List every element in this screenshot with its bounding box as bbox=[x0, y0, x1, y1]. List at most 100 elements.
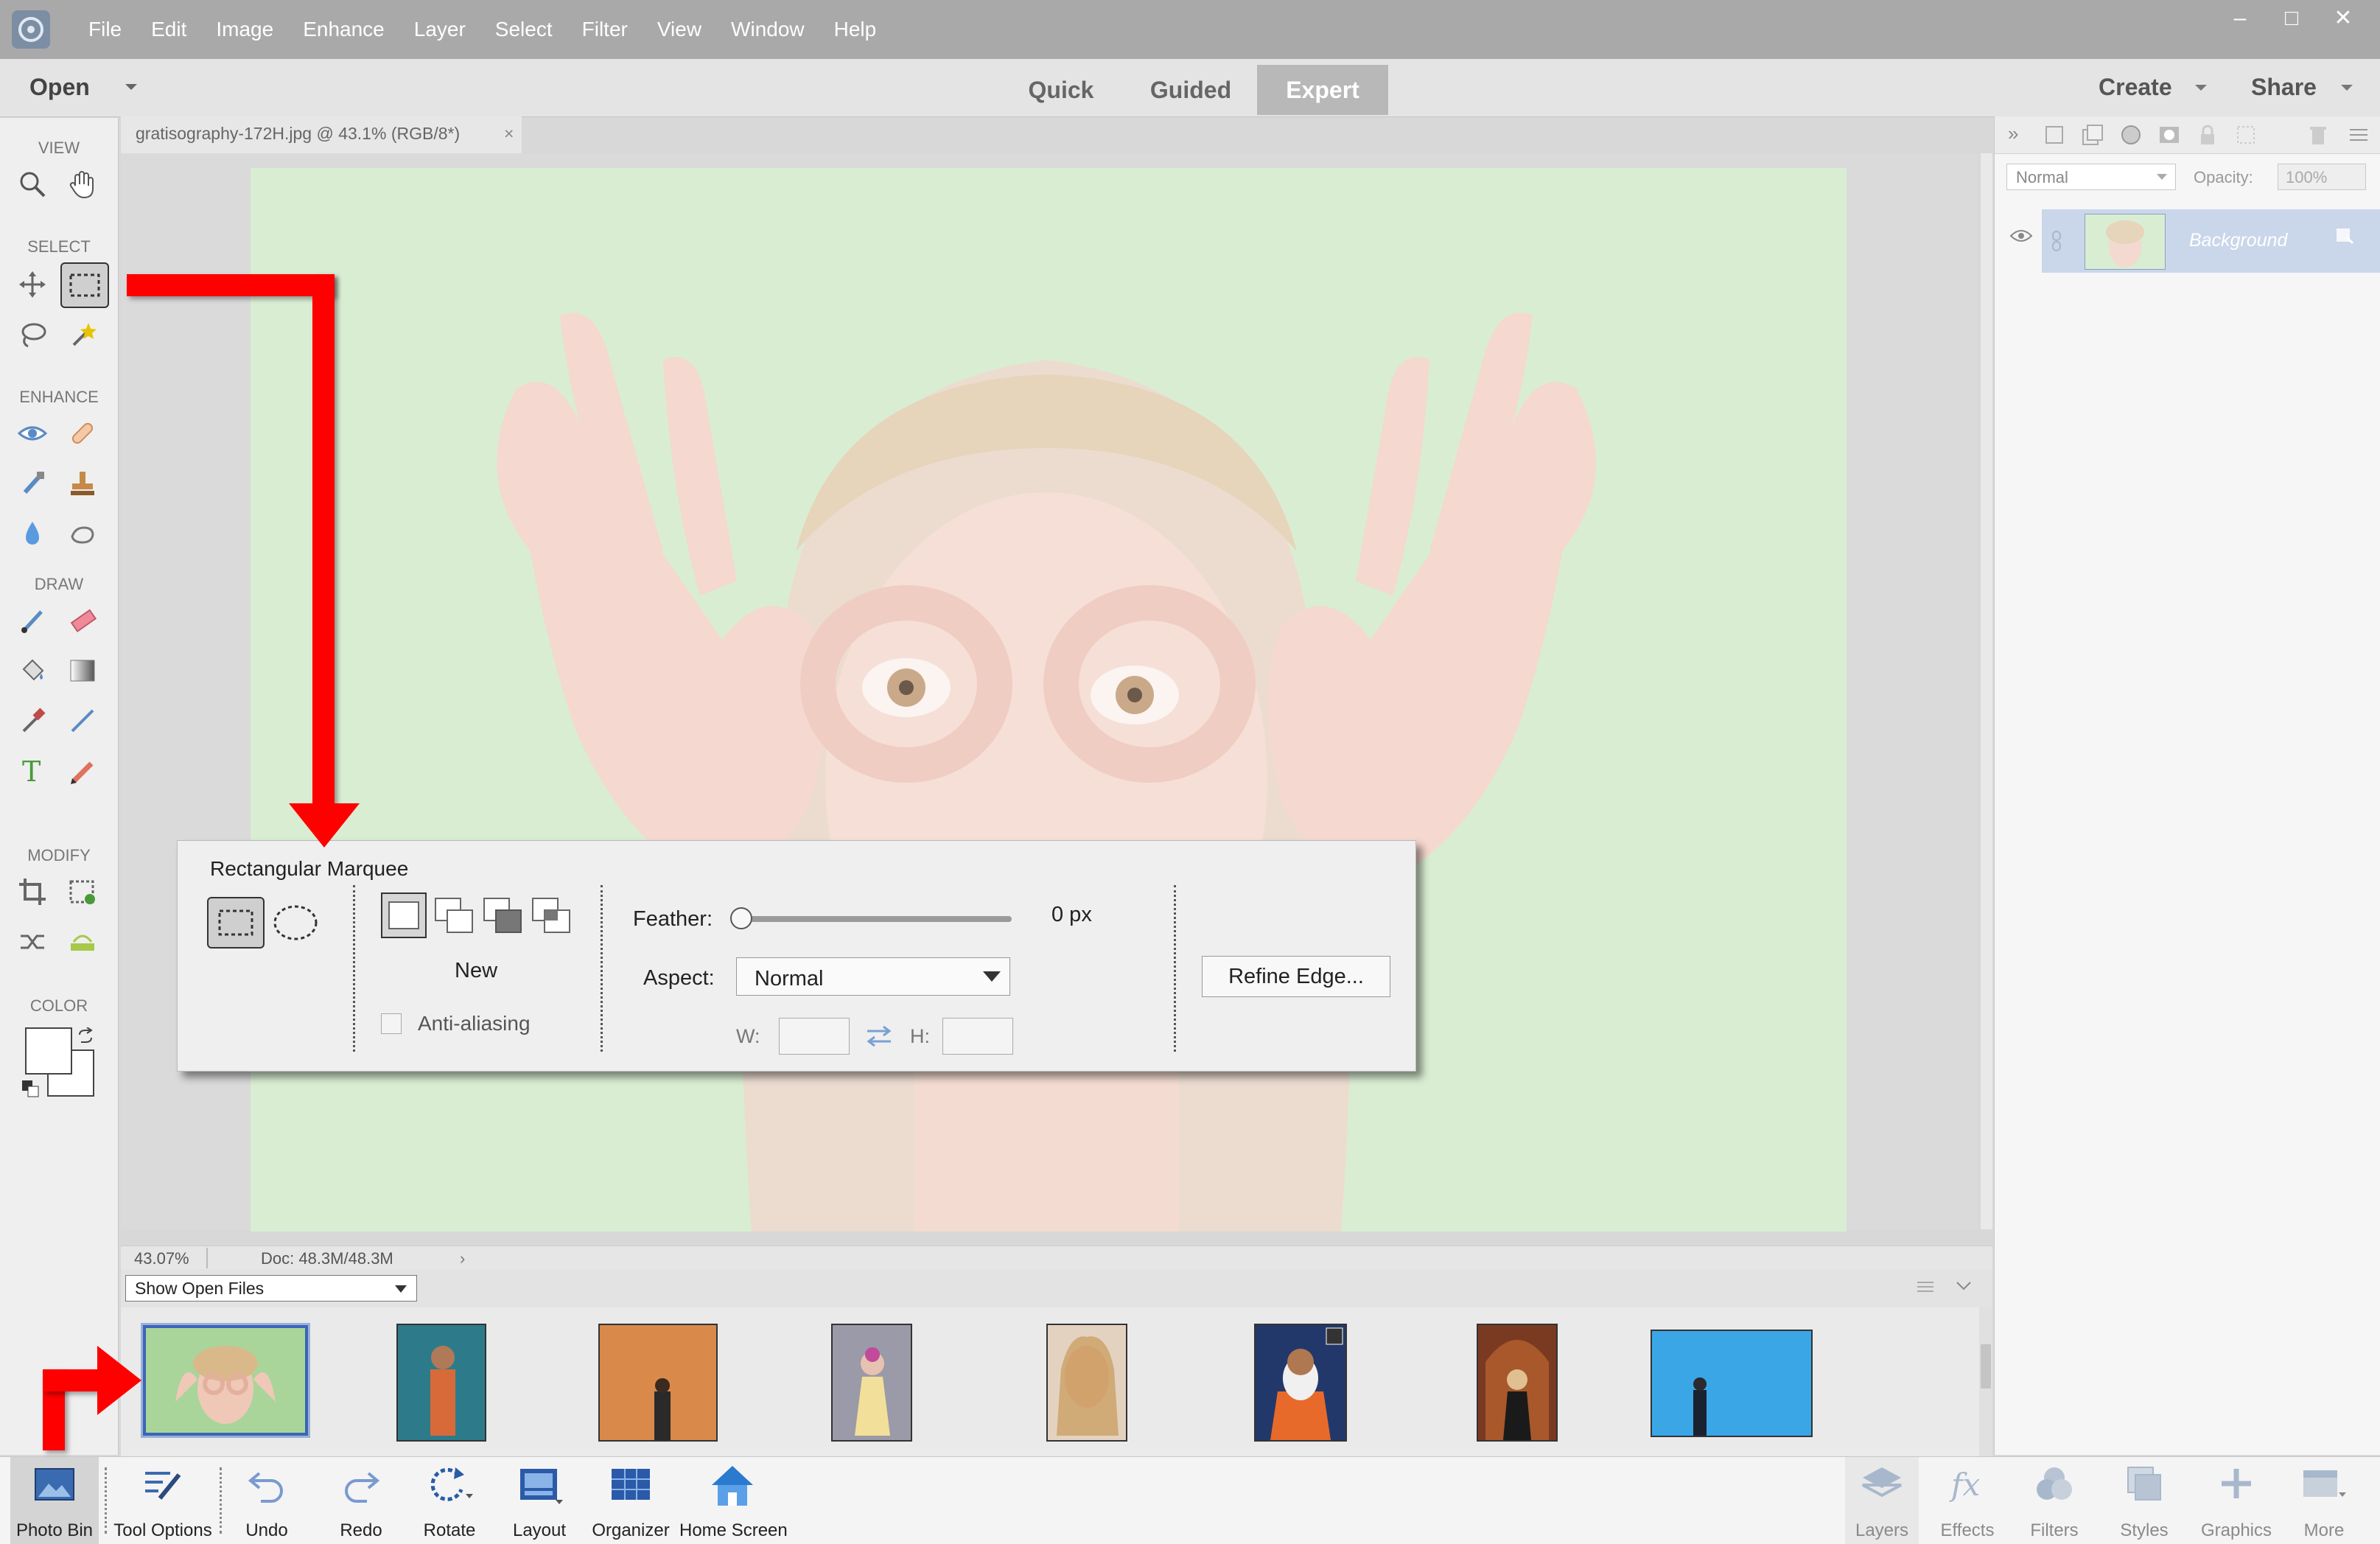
open-dropdown-icon[interactable] bbox=[124, 83, 139, 91]
height-input[interactable] bbox=[942, 1018, 1013, 1055]
type-tool-icon[interactable]: T bbox=[12, 750, 53, 792]
panel-menu-icon[interactable] bbox=[2347, 125, 2369, 144]
document-tab[interactable]: gratisography-172H.jpg @ 43.1% (RGB/8*) … bbox=[121, 116, 522, 153]
rectangular-marquee-tool-icon[interactable] bbox=[60, 262, 109, 308]
line-tool-icon[interactable] bbox=[62, 700, 103, 741]
bin-collapse-chevron-icon[interactable] bbox=[1956, 1281, 1972, 1291]
new-layer-icon[interactable] bbox=[2043, 124, 2065, 146]
create-dropdown-icon[interactable] bbox=[2194, 84, 2208, 91]
menu-select[interactable]: Select bbox=[480, 0, 567, 59]
swap-dimensions-icon[interactable] bbox=[864, 1024, 894, 1049]
crop-tool-icon[interactable] bbox=[12, 871, 53, 912]
maximize-button[interactable]: □ bbox=[2269, 3, 2314, 34]
eraser-tool-icon[interactable] bbox=[62, 600, 103, 641]
photo-bin-scroll-thumb[interactable] bbox=[1981, 1344, 1991, 1388]
smart-brush-tool-icon[interactable] bbox=[12, 463, 53, 504]
rectangular-marquee-option-icon[interactable] bbox=[207, 897, 265, 949]
styles-panel-button[interactable]: Styles bbox=[2107, 1457, 2181, 1544]
new-selection-icon[interactable] bbox=[381, 892, 427, 938]
blend-mode-select[interactable]: Normal bbox=[2006, 164, 2176, 190]
menu-edit[interactable]: Edit bbox=[136, 0, 201, 59]
effects-panel-button[interactable]: fx Effects bbox=[1931, 1457, 2004, 1544]
menu-window[interactable]: Window bbox=[716, 0, 819, 59]
menu-filter[interactable]: Filter bbox=[567, 0, 643, 59]
rotate-button[interactable]: Rotate bbox=[413, 1457, 486, 1544]
pencil-tool-icon[interactable] bbox=[62, 750, 103, 792]
menu-layer[interactable]: Layer bbox=[399, 0, 480, 59]
more-panels-button[interactable]: More bbox=[2287, 1457, 2361, 1544]
menu-help[interactable]: Help bbox=[819, 0, 892, 59]
subtract-from-selection-icon[interactable] bbox=[483, 897, 524, 935]
content-aware-move-icon[interactable] bbox=[12, 921, 53, 963]
spot-healing-tool-icon[interactable] bbox=[62, 413, 103, 454]
photo-thumbnail[interactable] bbox=[1477, 1324, 1558, 1442]
photo-thumbnail[interactable] bbox=[1254, 1324, 1347, 1442]
feather-slider-track[interactable] bbox=[738, 916, 1012, 922]
aspect-select[interactable]: Normal bbox=[736, 957, 1010, 996]
magic-wand-tool-icon[interactable] bbox=[62, 314, 103, 355]
intersect-with-selection-icon[interactable] bbox=[531, 897, 573, 935]
share-dropdown-icon[interactable] bbox=[2340, 84, 2353, 91]
close-window-button[interactable]: ✕ bbox=[2321, 3, 2365, 34]
photo-thumbnail[interactable] bbox=[831, 1324, 912, 1442]
photo-thumbnail[interactable] bbox=[396, 1324, 486, 1442]
photo-thumbnail[interactable] bbox=[1651, 1330, 1813, 1437]
lock-transparent-icon[interactable] bbox=[2235, 124, 2257, 146]
straighten-tool-icon[interactable] bbox=[62, 921, 103, 963]
photo-thumbnail[interactable] bbox=[141, 1323, 310, 1438]
photo-bin-button[interactable]: Photo Bin bbox=[10, 1457, 99, 1544]
add-to-selection-icon[interactable] bbox=[434, 897, 475, 935]
zoom-tool-icon[interactable] bbox=[12, 164, 53, 205]
status-menu-chevron-icon[interactable]: › bbox=[460, 1249, 465, 1268]
zoom-level[interactable]: 43.07% bbox=[134, 1249, 189, 1268]
layer-name[interactable]: Background bbox=[2189, 230, 2287, 251]
create-button[interactable]: Create bbox=[2099, 74, 2172, 101]
swap-colors-icon[interactable] bbox=[77, 1027, 94, 1045]
collapse-panel-icon[interactable]: » bbox=[2008, 122, 2018, 145]
recompose-tool-icon[interactable] bbox=[62, 871, 103, 912]
photo-thumbnail[interactable] bbox=[1046, 1324, 1127, 1442]
menu-image[interactable]: Image bbox=[201, 0, 288, 59]
share-button[interactable]: Share bbox=[2251, 74, 2317, 101]
open-button[interactable]: Open bbox=[29, 74, 90, 101]
gradient-tool-icon[interactable] bbox=[62, 650, 103, 691]
anti-aliasing-checkbox[interactable] bbox=[381, 1013, 402, 1034]
width-input[interactable] bbox=[779, 1018, 850, 1055]
eyedropper-tool-icon[interactable] bbox=[12, 700, 53, 741]
photo-bin-filter-select[interactable]: Show Open Files bbox=[125, 1275, 417, 1302]
red-eye-tool-icon[interactable] bbox=[12, 413, 53, 454]
menu-view[interactable]: View bbox=[643, 0, 716, 59]
document-image[interactable] bbox=[251, 168, 1847, 1232]
layer-mask-icon[interactable] bbox=[2158, 124, 2180, 146]
redo-button[interactable]: Redo bbox=[324, 1457, 398, 1544]
layout-button[interactable]: Layout bbox=[503, 1457, 576, 1544]
photo-thumbnail[interactable] bbox=[598, 1324, 718, 1442]
blur-tool-icon[interactable] bbox=[12, 513, 53, 554]
menu-enhance[interactable]: Enhance bbox=[288, 0, 399, 59]
layer-visibility-eye-icon[interactable] bbox=[2009, 227, 2033, 245]
bin-menu-icon[interactable] bbox=[1911, 1278, 1935, 1296]
filters-panel-button[interactable]: Filters bbox=[2017, 1457, 2091, 1544]
new-group-icon[interactable] bbox=[2082, 124, 2104, 146]
layer-row-background[interactable]: Background bbox=[2042, 209, 2380, 273]
feather-slider-handle[interactable] bbox=[730, 907, 752, 929]
tab-quick[interactable]: Quick bbox=[1011, 65, 1111, 115]
move-tool-icon[interactable] bbox=[12, 264, 53, 305]
undo-button[interactable]: Undo bbox=[230, 1457, 304, 1544]
color-swatches[interactable] bbox=[22, 1027, 96, 1101]
tab-expert[interactable]: Expert bbox=[1257, 65, 1388, 115]
brush-tool-icon[interactable] bbox=[12, 600, 53, 641]
menu-file[interactable]: File bbox=[74, 0, 136, 59]
lasso-tool-icon[interactable] bbox=[12, 314, 53, 355]
clone-stamp-tool-icon[interactable] bbox=[62, 463, 103, 504]
tool-options-button[interactable]: Tool Options bbox=[111, 1457, 215, 1544]
paint-bucket-tool-icon[interactable] bbox=[12, 650, 53, 691]
close-document-icon[interactable]: × bbox=[504, 124, 514, 144]
refine-edge-button[interactable]: Refine Edge... bbox=[1202, 956, 1390, 997]
lock-all-icon[interactable] bbox=[2197, 124, 2219, 146]
opacity-input[interactable]: 100% bbox=[2278, 164, 2366, 190]
layers-panel-button[interactable]: Layers bbox=[1845, 1457, 1919, 1544]
foreground-color-swatch[interactable] bbox=[25, 1027, 72, 1075]
tab-guided[interactable]: Guided bbox=[1124, 65, 1257, 115]
elliptical-marquee-option-icon[interactable] bbox=[272, 903, 319, 943]
